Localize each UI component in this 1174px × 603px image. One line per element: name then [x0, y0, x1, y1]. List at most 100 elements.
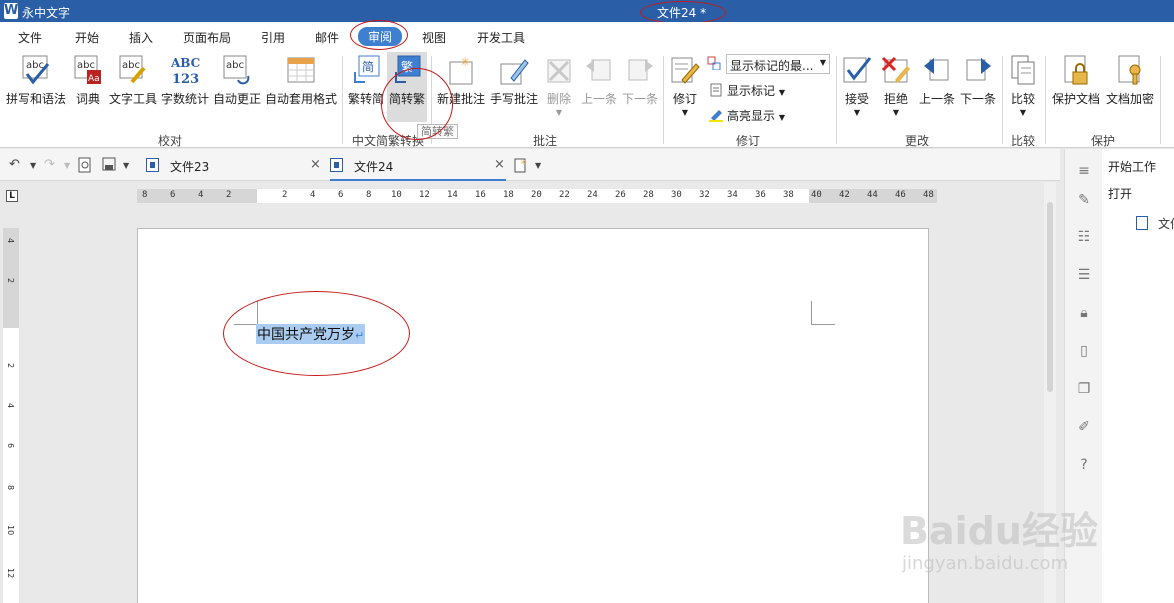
group-divider	[1002, 56, 1003, 144]
svg-text:简: 简	[362, 60, 374, 74]
next-change-button[interactable]: 下一条	[958, 54, 998, 107]
text-tools-label: 文字工具	[108, 92, 157, 106]
menu-view[interactable]: 视图	[422, 29, 446, 46]
help-icon[interactable]: ?	[1076, 457, 1092, 473]
undo-icon[interactable]: ↶	[9, 157, 20, 172]
dictionary-button[interactable]: abc Aa 词典	[70, 54, 106, 107]
trad-to-simp-label: 繁转简	[347, 92, 384, 106]
autoformat-button[interactable]: 自动套用格式	[264, 54, 338, 107]
save-icon[interactable]	[102, 157, 116, 171]
chevron-down-icon[interactable]: ▼	[535, 161, 541, 170]
highlight-button[interactable]: 高亮显示 ▼	[709, 107, 785, 124]
tab-document-23[interactable]: 文件23 ×	[146, 149, 322, 181]
lock-icon[interactable]: 🔒︎	[1076, 305, 1092, 321]
title-bar: W 永中文字 文件24 *	[0, 0, 1174, 22]
task-pane-title: 开始工作	[1108, 160, 1157, 174]
menu-insert[interactable]: 插入	[129, 29, 153, 46]
handwrite-comment-button[interactable]: 手写批注	[488, 54, 540, 107]
track-changes-icon	[670, 54, 700, 86]
delete-comment-button[interactable]: 删除 ▼	[543, 54, 575, 117]
text-tools-button[interactable]: abc 文字工具	[108, 54, 158, 107]
chevron-down-icon[interactable]: ▼	[64, 161, 70, 170]
pencil-icon[interactable]: ✎	[1076, 192, 1092, 208]
ruler-tick: 4	[310, 190, 316, 200]
lines-icon[interactable]: ≡	[1076, 163, 1092, 179]
menu-layout[interactable]: 页面布局	[183, 29, 231, 46]
document-page[interactable]: 中国共产党万岁↵	[137, 228, 929, 603]
reject-button[interactable]: 拒绝 ▼	[879, 54, 913, 117]
ruler-tick: 4	[6, 403, 15, 409]
chevron-down-icon: ▼	[819, 58, 826, 67]
close-icon[interactable]: ×	[494, 157, 505, 172]
menu-home[interactable]: 开始	[75, 29, 99, 46]
ruler-tick: 22	[559, 190, 570, 200]
ruler-tick: 10	[6, 525, 15, 536]
compare-button[interactable]: 比较 ▼	[1006, 54, 1040, 117]
autocorrect-button[interactable]: abc 自动更正	[212, 54, 262, 107]
close-icon[interactable]: ×	[310, 157, 321, 172]
ruler-tick: 8	[6, 485, 15, 491]
show-markup-label: 显示标记	[727, 84, 776, 98]
layers-icon[interactable]: ☰	[1076, 267, 1092, 283]
menu-references[interactable]: 引用	[261, 29, 285, 46]
tab-document-24[interactable]: 文件24 ×	[330, 149, 506, 181]
recent-file-link[interactable]: 文件	[1158, 215, 1174, 232]
edit-icon[interactable]: ✐	[1076, 419, 1092, 435]
svg-text:ABC: ABC	[170, 56, 200, 70]
ruler-tick: 16	[475, 190, 486, 200]
ruler-tick: 18	[503, 190, 514, 200]
accept-button[interactable]: 接受 ▼	[840, 54, 874, 117]
markup-mode-dropdown[interactable]: 显示标记的最... ▼	[726, 54, 830, 74]
ribbon: abc 拼写和语法 abc Aa 词典 abc 文字工具 ABC 123 字数统计 …	[0, 50, 1174, 148]
next-comment-button[interactable]: 下一条	[620, 54, 660, 107]
app-logo-icon: W	[4, 3, 19, 19]
show-markup-button[interactable]: 显示标记 ▼	[709, 82, 785, 99]
app-name: 永中文字	[22, 6, 71, 20]
svg-text:Aa: Aa	[88, 74, 100, 84]
key-icon	[1115, 54, 1145, 86]
track-changes-label: 修订	[672, 92, 697, 106]
vertical-ruler[interactable]: 4 2 2 4 6 8 10 12	[3, 228, 19, 603]
proofing-group-label: 校对	[158, 134, 183, 148]
ruler-tick: 48	[923, 190, 934, 200]
ruler-tick: 2	[226, 190, 232, 200]
ruler-tick: 8	[366, 190, 372, 200]
encrypt-document-button[interactable]: 文档加密	[1104, 54, 1156, 107]
word-count-button[interactable]: ABC 123 字数统计	[160, 54, 210, 107]
prev-comment-label: 上一条	[580, 92, 617, 106]
chevron-down-icon[interactable]: ▼	[123, 161, 129, 170]
svg-text:abc: abc	[226, 60, 244, 71]
dictionary-icon: abc Aa	[73, 54, 103, 86]
prev-change-button[interactable]: 上一条	[917, 54, 957, 107]
chevron-down-icon[interactable]: ▼	[30, 161, 36, 170]
protect-document-button[interactable]: 保护文档	[1050, 54, 1102, 107]
menu-mailings[interactable]: 邮件	[315, 29, 339, 46]
watermark-url: jingyan.baidu.com	[902, 553, 1069, 574]
clipboard-icon[interactable]: ▯	[1076, 343, 1092, 359]
settings-sliders-icon[interactable]: ☷	[1076, 229, 1092, 245]
new-document-icon[interactable]: ✳	[514, 157, 528, 173]
menu-file[interactable]: 文件	[18, 29, 42, 46]
tab-stop-selector[interactable]: L	[6, 190, 18, 202]
menu-developer[interactable]: 开发工具	[477, 29, 525, 46]
redo-icon[interactable]: ↷	[44, 157, 55, 172]
chevron-down-icon: ▼	[892, 108, 900, 117]
prev-comment-button[interactable]: 上一条	[579, 54, 619, 107]
horizontal-ruler[interactable]: 8 6 4 2 2 4 6 8 10 12 14 16 18 20 22 24 …	[137, 189, 937, 203]
accept-label: 接受	[844, 92, 869, 106]
print-preview-icon[interactable]	[78, 157, 92, 173]
track-changes-button[interactable]: 修订 ▼	[668, 54, 702, 117]
task-pane: 开始工作 打开 文件	[1102, 149, 1174, 603]
autoformat-icon	[286, 54, 316, 86]
copy-icon[interactable]: ❐	[1076, 381, 1092, 397]
encrypt-document-label: 文档加密	[1105, 92, 1154, 106]
arrow-right-icon	[625, 54, 655, 86]
tab-label: 文件24	[354, 160, 394, 174]
arrow-right-icon	[963, 54, 993, 86]
markup-mode-icon	[707, 56, 725, 71]
trad-to-simp-button[interactable]: 简 繁转简	[346, 54, 386, 107]
tracking-group-label: 修订	[736, 134, 761, 148]
spelling-button[interactable]: abc 拼写和语法	[4, 54, 68, 107]
open-section-label[interactable]: 打开	[1108, 185, 1132, 202]
scrollbar-thumb[interactable]	[1047, 202, 1053, 392]
